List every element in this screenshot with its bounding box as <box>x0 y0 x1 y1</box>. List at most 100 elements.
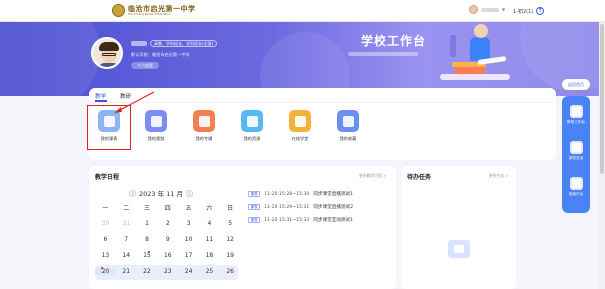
event-dot-icon <box>147 250 150 253</box>
schedule-title: 教学日程 <box>95 174 120 181</box>
calendar-day[interactable]: 4 <box>199 220 220 227</box>
calendar-week: 13 14 15 16 17 18 19 <box>95 247 241 263</box>
calendar-day-number: 15 <box>143 251 151 259</box>
illustration-person-body <box>470 37 490 61</box>
app-label: 我的视频 <box>147 136 165 141</box>
calendar-day[interactable]: 10 <box>178 236 199 243</box>
schedule-event[interactable]: 课表 11-20 15:28~15:30 同步课堂直播测试1 <box>248 191 353 197</box>
float-label: 班级平台 <box>568 192 584 196</box>
role-tag: 高教、学科组长、学科组长(全部) <box>150 40 218 47</box>
event-badge: 课表 <box>248 191 261 197</box>
scrollbar-thumb[interactable] <box>600 24 604 174</box>
calendar-day[interactable]: 23 <box>157 268 178 275</box>
calendar-day-number: 20 <box>101 267 110 275</box>
app-my-resources[interactable]: 我的资源 <box>232 110 272 142</box>
illustration-person-head <box>474 24 488 38</box>
calendar-day[interactable]: 9 <box>157 236 178 243</box>
calendar-day[interactable]: 16 <box>157 252 178 259</box>
illustration-book <box>455 67 485 74</box>
workbench-icon <box>569 105 583 118</box>
calendar-day[interactable]: 5 <box>220 220 241 227</box>
app-my-albums[interactable]: 我的专辑 <box>184 110 224 142</box>
calendar-header: < 2023 年 11 月 > <box>129 188 194 198</box>
chat-icon <box>569 141 583 154</box>
calendar-day[interactable]: 19 <box>220 252 241 259</box>
calendar-day[interactable]: 8 <box>137 236 158 243</box>
app-label: 我的专辑 <box>195 136 213 141</box>
app-my-favorites[interactable]: 我的收藏 <box>328 110 368 142</box>
schedule-more-link[interactable]: 更多教学日程 > <box>359 173 386 179</box>
avatar <box>469 5 478 14</box>
float-item-class-platform[interactable]: 班级平台 <box>562 177 590 197</box>
calendar-day[interactable]: 31 <box>116 220 137 227</box>
school-name-en: The Lincang School of Education <box>128 13 171 16</box>
calendar-day-today[interactable]: 20 <box>95 266 116 275</box>
annotation-arrow <box>114 91 155 113</box>
calendar-day[interactable]: 11 <box>199 236 220 243</box>
school-logo[interactable]: 临沧市启光第一中学 The Lincang School of Educatio… <box>112 4 196 17</box>
event-dot-icon <box>101 266 103 269</box>
calendar-day[interactable]: 18 <box>199 252 220 259</box>
float-label: 家校互动 <box>568 156 584 160</box>
help-icon[interactable]: ? <box>536 7 545 15</box>
prev-month-button[interactable]: < <box>129 189 136 197</box>
float-item-teacher-workbench[interactable]: 教师工作台 <box>562 105 590 125</box>
tab-teaching[interactable]: 教学 <box>95 92 106 100</box>
calendar-day[interactable]: 7 <box>116 236 137 243</box>
classroom-icon <box>289 110 311 132</box>
calendar-grid: 一 二 三 四 五 六 日 30 31 1 2 3 4 5 6 7 8 9 10… <box>95 199 241 279</box>
user-menu[interactable]: ▼ <box>469 5 505 14</box>
schedule-event[interactable]: 课表 11-20 15:31~15:33 同步课堂互动测试1 <box>248 217 353 223</box>
folder-icon <box>241 110 263 132</box>
back-home-button[interactable]: 返回首页 <box>562 79 590 90</box>
teacher-avatar[interactable] <box>91 37 123 69</box>
float-item-home-school[interactable]: 家校互动 <box>562 141 590 161</box>
calendar-week: 30 31 1 2 3 4 5 <box>95 215 241 231</box>
todo-card <box>401 166 516 289</box>
calendar-day[interactable]: 3 <box>178 220 199 227</box>
weekday-label: 六 <box>206 204 213 212</box>
calendar-day[interactable]: 2 <box>157 220 178 227</box>
calendar-week-current: 20 21 22 23 24 25 26 <box>95 263 241 279</box>
calendar-day-with-event[interactable]: 15 <box>137 250 158 259</box>
event-title: 同步课堂直播测试2 <box>313 205 354 210</box>
calendar-day[interactable]: 21 <box>116 268 137 275</box>
calendar-day[interactable]: 13 <box>95 252 116 259</box>
album-icon <box>193 110 215 132</box>
calendar-day[interactable]: 30 <box>95 220 116 227</box>
calendar-week: 6 7 8 9 10 11 12 <box>95 231 241 247</box>
app-online-class[interactable]: 在线学堂 <box>280 110 320 142</box>
divider <box>91 102 554 103</box>
calendar-day[interactable]: 17 <box>178 252 199 259</box>
event-time: 11-20 15:29~15:31 <box>264 204 310 210</box>
calendar-day[interactable]: 12 <box>220 236 241 243</box>
next-month-button[interactable]: > <box>186 189 194 197</box>
calendar-day[interactable]: 24 <box>178 268 199 275</box>
profile-button[interactable]: 个人信息 <box>131 62 159 69</box>
calendar-day[interactable]: 25 <box>199 268 220 275</box>
class-icon <box>569 177 583 190</box>
float-toolbar: 教师工作台 家校互动 班级平台 <box>562 96 590 213</box>
hero-banner <box>0 22 605 96</box>
weekday-label: 三 <box>143 204 150 212</box>
event-title: 同步课堂互动测试1 <box>313 218 354 223</box>
weekday-label: 五 <box>185 204 192 212</box>
event-time: 11-20 15:31~15:33 <box>264 217 310 223</box>
calendar-day[interactable]: 26 <box>220 268 241 275</box>
todo-more-link[interactable]: 更多任务 > <box>489 173 509 179</box>
chevron-down-icon: ▼ <box>502 7 506 12</box>
calendar-day[interactable]: 22 <box>137 268 158 275</box>
app-label: 我的资源 <box>243 136 261 141</box>
top-bar: 临沧市启光第一中学 The Lincang School of Educatio… <box>0 0 605 22</box>
user-name-redacted <box>481 7 499 12</box>
calendar-day[interactable]: 14 <box>116 252 137 259</box>
class-switcher[interactable]: 1-初2(1) ? <box>513 7 545 15</box>
school-seal-icon <box>112 4 125 17</box>
weekday-label: 一 <box>102 204 109 212</box>
calendar-day[interactable]: 6 <box>95 236 116 243</box>
empty-state-icon <box>448 240 470 258</box>
calendar-day[interactable]: 1 <box>137 220 158 227</box>
schedule-event[interactable]: 课表 11-20 15:29~15:31 同步课堂直播测试2 <box>248 204 353 210</box>
teacher-name-redacted <box>131 41 147 46</box>
illustration-lamp <box>450 35 456 57</box>
